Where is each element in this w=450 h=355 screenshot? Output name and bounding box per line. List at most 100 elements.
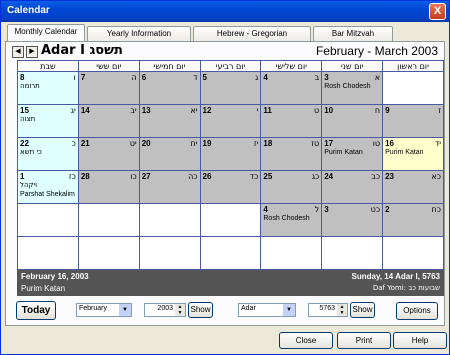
hebrew-year-value: 5763 bbox=[319, 305, 335, 312]
gregorian-day-number: 20 bbox=[141, 139, 151, 148]
navigation-controls: Today February ▼ 2003 ▲ ▼ Show Adar ▼ 576… bbox=[6, 297, 446, 325]
calendar-day-cell[interactable] bbox=[138, 203, 201, 237]
gregorian-day-number: 11 bbox=[263, 106, 272, 115]
hebrew-show-button[interactable]: Show bbox=[350, 302, 375, 318]
gregorian-day-number: 28 bbox=[80, 172, 90, 181]
help-button[interactable]: Help bbox=[393, 332, 447, 349]
calendar-day-cell[interactable]: 15 יג תצוה bbox=[17, 104, 79, 138]
calendar-day-cell[interactable]: 17 טו Purim Katan bbox=[321, 137, 384, 171]
hebrew-year-stepper[interactable]: 5763 ▲ ▼ bbox=[308, 303, 348, 317]
calendar-day-cell[interactable]: 20 יח bbox=[138, 137, 201, 171]
hebrew-day-number: ז bbox=[438, 106, 441, 115]
hebrew-day-number: ל bbox=[314, 205, 320, 214]
tab-hebrew-gregorian[interactable]: Hebrew - Gregorian bbox=[193, 26, 311, 41]
gregorian-year-stepper[interactable]: 2003 ▲ ▼ bbox=[144, 303, 186, 317]
calendar-day-cell[interactable] bbox=[77, 203, 140, 237]
print-button[interactable]: Print bbox=[337, 332, 391, 349]
calendar-day-cell[interactable]: 10 ח bbox=[321, 104, 384, 138]
calendar-day-cell[interactable]: 19 יז bbox=[199, 137, 262, 171]
calendar-day-cell[interactable]: 12 י bbox=[199, 104, 262, 138]
calendar-day-cell[interactable]: 23 כא bbox=[382, 170, 444, 204]
day-event-label: כי תשא bbox=[20, 148, 76, 157]
calendar-day-cell[interactable]: 1 כז ויקהל Parshat Shekalim bbox=[17, 170, 79, 204]
gregorian-month-value: February bbox=[79, 305, 108, 312]
options-button[interactable]: Options bbox=[396, 302, 438, 320]
calendar-day-cell[interactable]: 26 כד bbox=[199, 170, 262, 204]
gregorian-day-number: 2 bbox=[385, 205, 390, 214]
calendar-day-cell[interactable] bbox=[199, 236, 262, 270]
calendar-day-cell[interactable]: 28 כו bbox=[77, 170, 140, 204]
hebrew-day-number: ט bbox=[314, 106, 320, 115]
calendar-day-cell[interactable] bbox=[382, 71, 444, 105]
calendar-day-cell[interactable] bbox=[17, 203, 79, 237]
day-event-text: Rosh Chodesh bbox=[324, 83, 371, 90]
window-close-button[interactable]: X bbox=[429, 3, 446, 20]
calendar-day-cell[interactable]: 18 טז bbox=[260, 137, 323, 171]
selected-date-event: Purim Katan bbox=[21, 284, 66, 293]
gregorian-day-number: 15 bbox=[20, 106, 29, 115]
day-event-label: תרומה bbox=[20, 82, 76, 91]
day-event-text: ויקהל bbox=[20, 181, 37, 189]
calendar-day-cell[interactable] bbox=[17, 236, 79, 270]
chevron-down-icon: ▼ bbox=[283, 304, 295, 316]
calendar-day-cell[interactable]: 14 יב bbox=[77, 104, 140, 138]
hebrew-day-number: ב bbox=[314, 73, 320, 82]
calendar-day-cell[interactable]: 6ד bbox=[138, 71, 201, 105]
calendar-day-cell[interactable]: 7ה bbox=[77, 71, 140, 105]
hebrew-day-number: יא bbox=[190, 106, 198, 115]
tab-monthly-calendar[interactable]: Monthly Calendar bbox=[7, 24, 85, 41]
calendar-day-cell[interactable] bbox=[138, 236, 201, 270]
gregorian-day-number: 21 bbox=[80, 139, 90, 148]
calendar-day-cell[interactable] bbox=[321, 236, 384, 270]
calendar-day-cell[interactable]: 9ז bbox=[382, 104, 444, 138]
spin-arrows-icon: ▲ ▼ bbox=[337, 304, 347, 316]
calendar-day-cell[interactable]: 21 יט bbox=[77, 137, 140, 171]
calendar-day-cell[interactable]: 13 יא bbox=[138, 104, 201, 138]
calendar-day-cell[interactable]: 4ב bbox=[260, 71, 323, 105]
prev-month-button[interactable]: ◀ bbox=[12, 46, 24, 58]
gregorian-day-number: 27 bbox=[141, 172, 151, 181]
calendar-grid: שבת יום ששי יום חמישי יום רביעי יום שליש… bbox=[17, 60, 444, 270]
calendar-day-cell[interactable]: 25 כג bbox=[260, 170, 323, 204]
calendar-day-cell[interactable]: 11 ט bbox=[260, 104, 323, 138]
hebrew-month-value: Adar bbox=[241, 305, 256, 312]
hebrew-day-number: ו bbox=[73, 73, 76, 82]
calendar-day-cell[interactable]: 3 א Rosh Chodesh bbox=[321, 71, 384, 105]
tab-yearly-information[interactable]: Yearly Information bbox=[87, 26, 191, 41]
calendar-day-cell[interactable]: 16 יד Purim Katan bbox=[382, 137, 444, 171]
hebrew-day-number: יד bbox=[434, 139, 441, 148]
gregorian-show-button[interactable]: Show bbox=[188, 302, 213, 318]
calendar-day-cell[interactable] bbox=[77, 236, 140, 270]
gregorian-month-select[interactable]: February ▼ bbox=[76, 303, 132, 317]
calendar-day-cell[interactable]: 4 ל Rosh Chodesh bbox=[260, 203, 323, 237]
day-event-label: Purim Katan bbox=[385, 148, 441, 157]
hebrew-day-number: כג bbox=[311, 172, 320, 181]
calendar-day-cell[interactable]: 2 כח bbox=[382, 203, 444, 237]
hebrew-day-number: יח bbox=[190, 139, 198, 148]
today-button[interactable]: Today bbox=[16, 301, 56, 320]
calendar-week-row: 22 כ כי תשא 21 יט 20 יח 19 יז 18 טז 17 טו Purim Katan… bbox=[17, 137, 444, 171]
calendar-day-cell[interactable] bbox=[260, 236, 323, 270]
calendar-day-cell[interactable] bbox=[382, 236, 444, 270]
weekday-header: יום חמישי bbox=[138, 60, 201, 72]
calendar-day-cell[interactable] bbox=[199, 203, 262, 237]
close-button[interactable]: Close bbox=[279, 332, 333, 349]
calendar-day-cell[interactable]: 24 כב bbox=[321, 170, 384, 204]
gregorian-day-number: 4 bbox=[263, 73, 268, 82]
daf-yomi-text: Daf Yomi: שבועות כב bbox=[372, 284, 440, 292]
tab-bar-mitzvah[interactable]: Bar Mitzvah bbox=[313, 26, 393, 41]
calendar-day-cell[interactable]: 3 כט bbox=[321, 203, 384, 237]
calendar-day-cell[interactable]: 8 ו תרומה bbox=[17, 71, 79, 105]
hebrew-day-number: יב bbox=[130, 106, 137, 115]
selected-hebrew-date: Sunday, 14 Adar I, 5763 bbox=[351, 272, 440, 281]
calendar-day-cell[interactable]: 27 כה bbox=[138, 170, 201, 204]
day-event-text: Purim Katan bbox=[385, 149, 424, 156]
next-month-button[interactable]: ▶ bbox=[26, 46, 38, 58]
gregorian-day-number: 24 bbox=[324, 172, 334, 181]
hebrew-month-select[interactable]: Adar ▼ bbox=[238, 303, 296, 317]
calendar-day-cell[interactable]: 5ג bbox=[199, 71, 262, 105]
calendar-day-cell[interactable]: 22 כ כי תשא bbox=[17, 137, 79, 171]
gregorian-day-number: 18 bbox=[263, 139, 273, 148]
day-event-label: תצוה bbox=[20, 115, 76, 124]
gregorian-day-number: 8 bbox=[20, 73, 25, 82]
